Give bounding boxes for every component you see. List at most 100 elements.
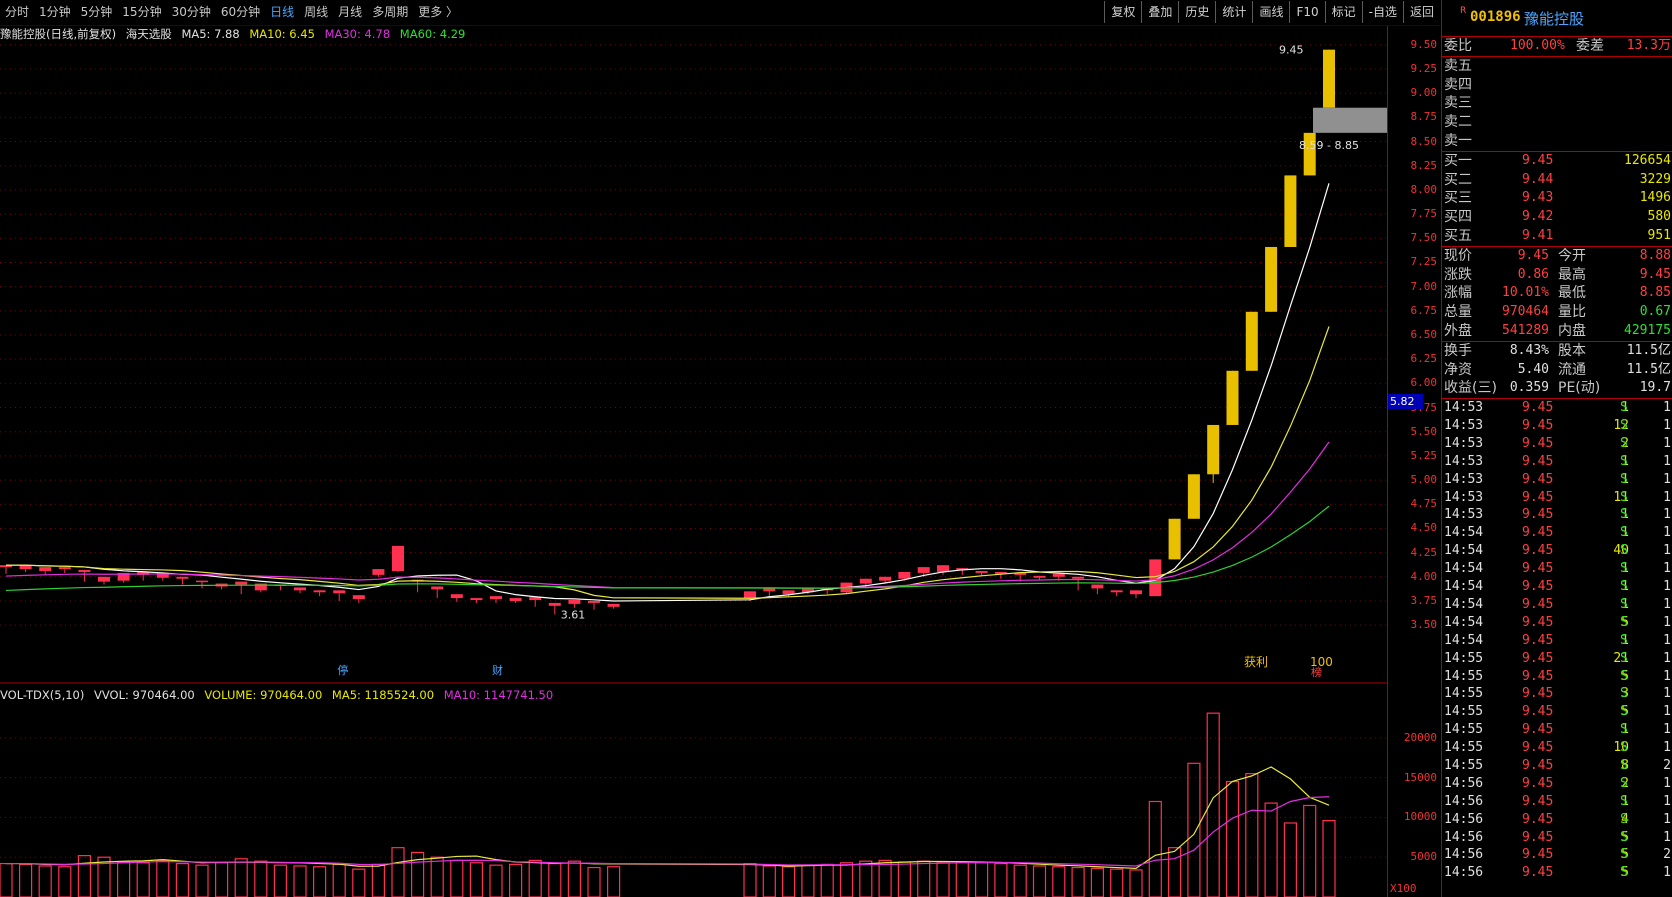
volume-bar[interactable] <box>1148 800 1162 897</box>
volume-bar[interactable] <box>801 864 815 897</box>
volume-bar[interactable] <box>587 866 601 897</box>
candle[interactable] <box>294 587 306 594</box>
candle[interactable] <box>490 596 502 603</box>
candle[interactable] <box>1245 311 1258 371</box>
period-tab-9[interactable]: 多周期 <box>367 0 413 25</box>
volume-bar[interactable] <box>1187 762 1201 897</box>
candle[interactable] <box>1323 49 1335 108</box>
candle[interactable] <box>994 571 1007 579</box>
volume-bar[interactable] <box>820 863 834 897</box>
candle[interactable] <box>1226 370 1239 425</box>
volume-bar[interactable] <box>606 866 621 897</box>
candle[interactable] <box>763 587 776 597</box>
volume-bar[interactable] <box>762 865 776 897</box>
volume-bar[interactable] <box>450 859 464 897</box>
volume-bar[interactable] <box>175 862 189 897</box>
volume-bar[interactable] <box>371 863 385 897</box>
candle[interactable] <box>1072 576 1085 591</box>
tool-button-1[interactable]: 叠加 <box>1141 1 1178 23</box>
volume-bar[interactable] <box>936 862 950 897</box>
period-tab-0[interactable]: 分时 <box>0 0 34 25</box>
candle[interactable] <box>1110 590 1123 597</box>
volume-bar[interactable] <box>1303 804 1317 897</box>
tool-button-5[interactable]: F10 <box>1289 1 1324 23</box>
volume-bar[interactable] <box>1129 869 1143 897</box>
candle[interactable] <box>19 565 32 572</box>
candle[interactable] <box>529 597 542 607</box>
candle[interactable] <box>196 580 208 589</box>
candle[interactable] <box>0 565 12 574</box>
candle[interactable] <box>58 567 71 573</box>
volume-bar[interactable] <box>1013 864 1027 897</box>
volume-bar[interactable] <box>1052 866 1066 897</box>
volume-bar[interactable] <box>781 866 796 897</box>
volume-bar[interactable] <box>1032 865 1047 897</box>
volume-bar[interactable] <box>332 863 346 897</box>
candlestick-chart[interactable]: 9.458.59 - 8.853.61获利 100停财榜 <box>0 26 1387 686</box>
volume-bar[interactable] <box>0 862 13 897</box>
candle[interactable] <box>333 590 346 601</box>
candle[interactable] <box>1187 474 1200 519</box>
volume-bar[interactable] <box>567 860 582 897</box>
volume-bar[interactable] <box>234 858 248 897</box>
candle[interactable] <box>372 569 385 577</box>
volume-bar[interactable] <box>19 863 33 897</box>
volume-bar[interactable] <box>58 866 72 897</box>
candle[interactable] <box>509 598 522 603</box>
candle[interactable] <box>215 583 228 590</box>
volume-bar[interactable] <box>77 855 92 897</box>
period-tab-8[interactable]: 月线 <box>333 0 367 25</box>
volume-bar[interactable] <box>1071 866 1085 897</box>
candle[interactable] <box>1207 424 1220 483</box>
volume-bar[interactable] <box>1322 820 1336 897</box>
candle[interactable] <box>313 590 326 597</box>
volume-bar[interactable] <box>509 863 523 897</box>
tool-button-7[interactable]: -自选 <box>1361 1 1403 23</box>
candle[interactable] <box>588 600 600 610</box>
candle[interactable] <box>1265 246 1278 312</box>
tool-button-0[interactable]: 复权 <box>1104 1 1141 23</box>
volume-bar[interactable] <box>116 861 131 897</box>
candle[interactable] <box>1284 175 1297 247</box>
volume-bar[interactable] <box>528 859 542 897</box>
volume-bar[interactable] <box>743 862 757 897</box>
volume-bar[interactable] <box>878 859 892 897</box>
candle[interactable] <box>411 579 424 593</box>
volume-chart[interactable] <box>0 686 1387 897</box>
volume-bar[interactable] <box>1110 868 1124 897</box>
volume-bar[interactable] <box>974 862 989 897</box>
volume-bar[interactable] <box>313 866 327 897</box>
tool-button-6[interactable]: 标记 <box>1324 1 1362 23</box>
volume-bar[interactable] <box>215 862 229 897</box>
candle[interactable] <box>235 581 248 595</box>
candle[interactable] <box>1091 584 1104 595</box>
volume-bar[interactable] <box>469 862 483 897</box>
tool-button-4[interactable]: 画线 <box>1252 1 1289 23</box>
volume-bar[interactable] <box>352 868 366 897</box>
candle[interactable] <box>392 545 404 572</box>
volume-bar[interactable] <box>955 861 969 897</box>
candle[interactable] <box>1130 590 1142 599</box>
stock-name[interactable]: 豫能控股 <box>1524 8 1584 29</box>
volume-bar[interactable] <box>1167 847 1182 897</box>
volume-bar[interactable] <box>273 864 287 897</box>
tool-button-2[interactable]: 历史 <box>1178 1 1215 23</box>
period-tab-6[interactable]: 日线 <box>265 0 299 25</box>
tool-button-8[interactable]: 返回 <box>1402 1 1440 23</box>
candle[interactable] <box>137 571 150 581</box>
volume-bar[interactable] <box>156 859 170 897</box>
volume-bar[interactable] <box>136 862 150 897</box>
volume-bar[interactable] <box>1245 773 1259 897</box>
candle[interactable] <box>176 576 189 585</box>
volume-bar[interactable] <box>489 864 503 897</box>
volume-bar[interactable] <box>1090 867 1105 897</box>
candle[interactable] <box>431 586 444 599</box>
period-tab-2[interactable]: 5分钟 <box>76 0 118 25</box>
period-tab-3[interactable]: 15分钟 <box>117 0 166 25</box>
candle[interactable] <box>352 595 365 603</box>
tool-button-3[interactable]: 统计 <box>1215 1 1252 23</box>
volume-bar[interactable] <box>1225 781 1240 897</box>
period-tab-10[interactable]: 更多 〉 <box>413 0 463 25</box>
candle[interactable] <box>1168 518 1181 560</box>
candle[interactable] <box>78 570 91 582</box>
